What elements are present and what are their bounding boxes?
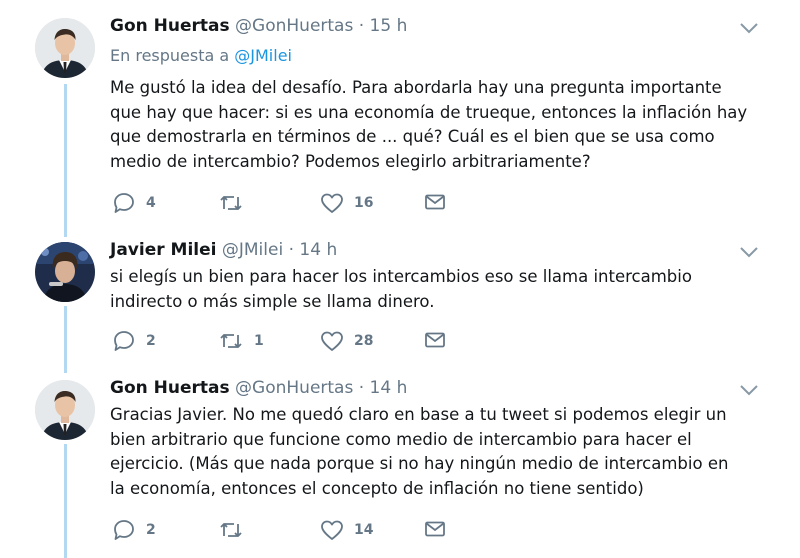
reply-icon: [112, 330, 136, 352]
retweet-icon: [218, 192, 244, 214]
direct-message-button[interactable]: [424, 192, 446, 212]
reply-button[interactable]: 2: [112, 519, 156, 541]
retweet-button[interactable]: [218, 192, 254, 214]
separator: ·: [288, 240, 294, 260]
direct-message-button[interactable]: [424, 519, 446, 539]
reply-button[interactable]: 4: [112, 192, 156, 214]
display-name[interactable]: Gon Huertas: [110, 16, 230, 36]
tweet-text: si elegís un bien para hacer los interca…: [110, 267, 692, 311]
avatar[interactable]: [35, 242, 95, 302]
like-icon: [320, 330, 344, 352]
reply-prefix: En respuesta a: [110, 46, 230, 65]
tweet[interactable]: Gon Huertas @GonHuertas · 14 h Gracias J…: [0, 378, 800, 558]
tweet-text: Gracias Javier. No me quedó claro en bas…: [110, 405, 729, 498]
direct-message-icon: [424, 192, 446, 212]
tweet[interactable]: Gon Huertas @GonHuertas · 15 h En respue…: [0, 16, 800, 226]
reply-icon: [112, 192, 136, 214]
username[interactable]: @GonHuertas: [235, 378, 353, 398]
avatar[interactable]: [35, 380, 95, 440]
reply-count: 2: [146, 333, 156, 349]
direct-message-icon: [424, 330, 446, 350]
timestamp[interactable]: 14 h: [370, 378, 408, 398]
retweet-count: 1: [254, 333, 264, 349]
display-name[interactable]: Javier Milei: [110, 240, 216, 260]
like-count: 16: [354, 195, 374, 211]
reply-button[interactable]: 2: [112, 330, 156, 352]
display-name[interactable]: Gon Huertas: [110, 378, 230, 398]
like-icon: [320, 519, 344, 541]
tweet-header: Gon Huertas @GonHuertas · 15 h: [110, 16, 407, 36]
timestamp[interactable]: 15 h: [370, 16, 408, 36]
like-button[interactable]: 28: [320, 330, 373, 352]
separator: ·: [358, 16, 365, 36]
retweet-button[interactable]: [218, 519, 254, 541]
like-count: 14: [354, 522, 374, 538]
tweet-header: Javier Milei @JMilei · 14 h: [110, 240, 337, 260]
like-icon: [320, 192, 344, 214]
chevron-down-icon[interactable]: [738, 20, 760, 34]
avatar[interactable]: [35, 18, 95, 78]
retweet-icon: [218, 519, 244, 541]
direct-message-button[interactable]: [424, 330, 446, 350]
retweet-icon: [218, 330, 244, 352]
separator: ·: [358, 378, 365, 398]
direct-message-icon: [424, 519, 446, 539]
reply-icon: [112, 519, 136, 541]
chevron-down-icon[interactable]: [738, 382, 760, 396]
tweet[interactable]: Javier Milei @JMilei · 14 h si elegís un…: [0, 240, 800, 365]
username[interactable]: @GonHuertas: [235, 16, 353, 36]
like-count: 28: [354, 333, 374, 349]
tweet-header: Gon Huertas @GonHuertas · 14 h: [110, 378, 407, 398]
timestamp[interactable]: 14 h: [299, 240, 337, 260]
reply-to-link[interactable]: @JMilei: [234, 46, 292, 65]
like-button[interactable]: 16: [320, 192, 373, 214]
reply-count: 4: [146, 195, 156, 211]
like-button[interactable]: 14: [320, 519, 373, 541]
tweet-text: Me gustó la idea del desafío. Para abord…: [110, 78, 748, 171]
reply-count: 2: [146, 522, 156, 538]
username[interactable]: @JMilei: [222, 240, 283, 260]
reply-context: En respuesta a @JMilei: [110, 46, 292, 65]
chevron-down-icon[interactable]: [738, 244, 760, 258]
retweet-button[interactable]: 1: [218, 330, 264, 352]
